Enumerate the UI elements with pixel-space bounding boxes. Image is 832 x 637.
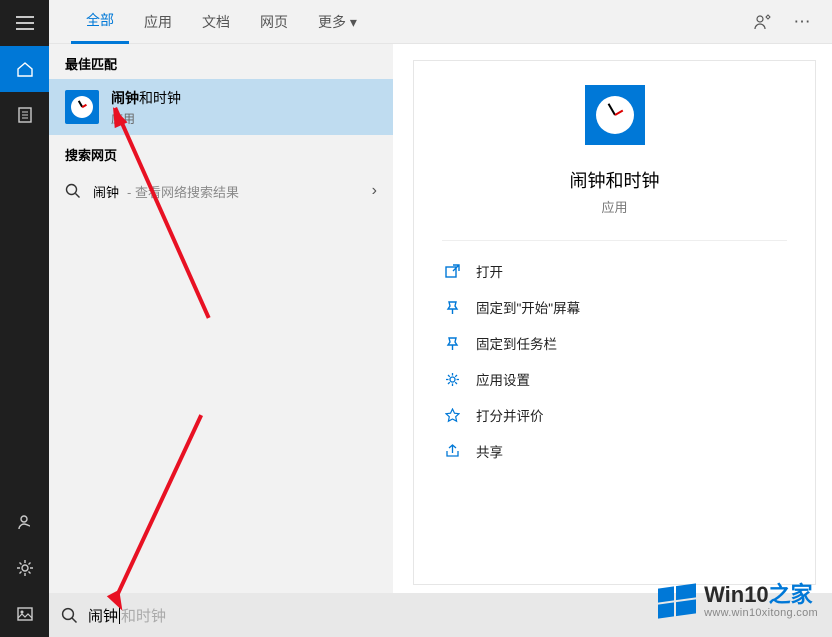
menu-button[interactable]: [0, 0, 49, 46]
image-icon: [16, 605, 34, 623]
hamburger-icon: [16, 16, 34, 30]
tab-web[interactable]: 网页: [245, 0, 303, 44]
gear-icon: [442, 372, 462, 387]
settings-button[interactable]: [0, 545, 49, 591]
app-tile: [65, 90, 99, 124]
share-icon: [442, 444, 462, 459]
action-rate[interactable]: 打分并评价: [442, 397, 787, 433]
feedback-button[interactable]: [742, 0, 782, 44]
best-match-item[interactable]: 闹钟和时钟 应用: [49, 79, 393, 135]
action-share[interactable]: 共享: [442, 433, 787, 469]
tab-all[interactable]: 全部: [71, 0, 129, 44]
star-icon: [442, 408, 462, 423]
preview-panel: 闹钟和时钟 应用 打开 固定到"开始"屏幕 固定到任务栏 应用设置 打分并评价 …: [413, 60, 816, 585]
gear-icon: [16, 559, 34, 577]
home-button[interactable]: [0, 46, 49, 92]
result-title: 闹钟和时钟: [111, 88, 377, 108]
search-text[interactable]: 闹钟和时钟: [88, 605, 166, 626]
preview-title: 闹钟和时钟: [570, 167, 660, 193]
tab-docs[interactable]: 文档: [187, 0, 245, 44]
windows-logo-icon: [658, 583, 696, 618]
action-app-settings[interactable]: 应用设置: [442, 361, 787, 397]
open-icon: [442, 264, 462, 279]
more-button[interactable]: ⋯: [782, 0, 822, 44]
user-icon: [16, 513, 34, 531]
watermark: Win10之家 www.win10xitong.com: [658, 583, 818, 619]
home-icon: [16, 60, 34, 78]
tab-apps[interactable]: 应用: [129, 0, 187, 44]
pin-icon: [442, 336, 462, 351]
preview-subtitle: 应用: [601, 197, 627, 216]
tab-more[interactable]: 更多 ▾: [303, 0, 372, 44]
action-pin-start[interactable]: 固定到"开始"屏幕: [442, 289, 787, 325]
best-match-header: 最佳匹配: [49, 44, 393, 79]
clock-icon: [596, 96, 634, 134]
action-pin-taskbar[interactable]: 固定到任务栏: [442, 325, 787, 361]
web-search-item[interactable]: 闹钟- 查看网络搜索结果 ›: [49, 170, 393, 212]
search-icon: [65, 183, 81, 199]
topbar: 全部 应用 文档 网页 更多 ▾ ⋯: [49, 0, 832, 44]
recent-button[interactable]: [0, 92, 49, 138]
search-icon: [61, 607, 78, 624]
clock-icon: [71, 96, 93, 118]
action-open[interactable]: 打开: [442, 253, 787, 289]
results-panel: 最佳匹配 闹钟和时钟 应用 搜索网页 闹钟- 查看网络搜索结果 ›: [49, 44, 393, 593]
web-search-header: 搜索网页: [49, 135, 393, 170]
list-icon: [16, 106, 34, 124]
chevron-right-icon: ›: [372, 182, 377, 200]
preview-app-tile: [585, 85, 645, 145]
person-feedback-icon: [753, 13, 771, 31]
image-button[interactable]: [0, 591, 49, 637]
pin-icon: [442, 300, 462, 315]
result-subtitle: 应用: [111, 110, 377, 127]
user-button[interactable]: [0, 499, 49, 545]
